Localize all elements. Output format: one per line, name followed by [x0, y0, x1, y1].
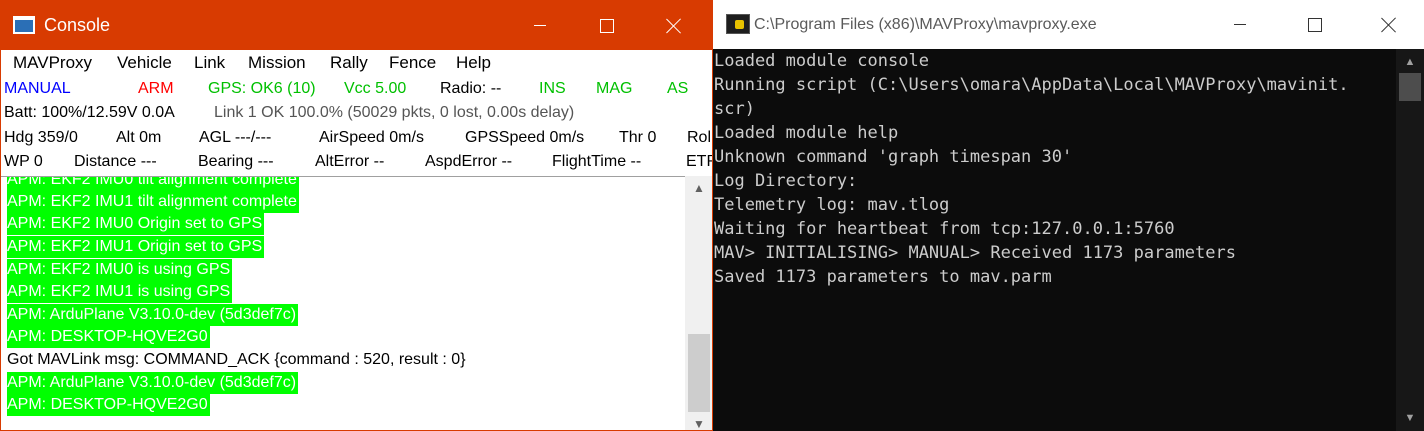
log-line: APM: EKF2 IMU1 tilt alignment complete	[7, 191, 299, 213]
mavproxy-maximize-button[interactable]	[1292, 0, 1338, 49]
close-icon	[1381, 17, 1397, 33]
console-app-icon	[13, 16, 35, 34]
mavproxy-close-button[interactable]	[1366, 0, 1412, 49]
status-row-battery: Batt: 100%/12.59V 0.0A Link 1 OK 100.0% …	[1, 102, 712, 126]
menu-link[interactable]: Link	[194, 53, 225, 73]
scroll-down-icon[interactable]: ▼	[1396, 407, 1424, 429]
menu-mission[interactable]: Mission	[248, 53, 306, 73]
console-program-icon	[726, 14, 750, 34]
log-line: APM: EKF2 IMU1 Origin set to GPS	[7, 236, 265, 258]
battery-status: Batt: 100%/12.59V 0.0A	[4, 104, 175, 121]
distance-value: Distance ---	[74, 153, 157, 170]
scroll-up-icon[interactable]: ▲	[685, 178, 712, 198]
mavproxy-minimize-button[interactable]	[1217, 0, 1263, 49]
terminal-line: Running script (C:\Users\omara\AppData\L…	[714, 75, 1349, 95]
console-window: Console MAVProxy Vehicle Link Mission Ra…	[0, 0, 713, 431]
mavproxy-window: C:\Program Files (x86)\MAVProxy\mavproxy…	[713, 0, 1424, 431]
menu-fence[interactable]: Fence	[389, 53, 436, 73]
terminal-line: scr)	[714, 99, 755, 119]
menu-mavproxy[interactable]: MAVProxy	[13, 53, 92, 73]
vcc-indicator: Vcc 5.00	[344, 80, 407, 97]
console-maximize-button[interactable]	[584, 1, 630, 50]
log-line: APM: EKF2 IMU0 is using GPS	[7, 259, 233, 281]
log-line: APM: ArduPlane V3.10.0-dev (5d3def7c)	[7, 372, 299, 394]
gps-indicator: GPS: OK6 (10)	[208, 80, 316, 97]
maximize-icon	[1308, 17, 1322, 32]
bearing-value: Bearing ---	[198, 153, 274, 170]
roll-value: Roll	[687, 129, 713, 146]
status-row-mode: MANUAL ARM GPS: OK6 (10) Vcc 5.00 Radio:…	[1, 78, 712, 102]
mode-indicator: MANUAL	[4, 80, 71, 97]
terminal-line: Saved 1173 parameters to mav.parm	[714, 267, 1052, 287]
log-line: APM: EKF2 IMU0 tilt alignment complete	[7, 177, 299, 191]
ins-indicator: INS	[539, 80, 566, 97]
altitude-value: Alt 0m	[116, 129, 162, 146]
alterror-value: AltError --	[315, 153, 385, 170]
agl-value: AGL ---/---	[199, 129, 272, 146]
status-row-navigation: WP 0 Distance --- Bearing --- AltError -…	[1, 151, 712, 175]
maximize-icon	[600, 18, 614, 33]
flighttime-value: FlightTime --	[552, 153, 642, 170]
terminal-line: Unknown command 'graph timespan 30'	[714, 147, 1073, 167]
log-line: APM: EKF2 IMU0 Origin set to GPS	[7, 213, 265, 235]
log-line: APM: ArduPlane V3.10.0-dev (5d3def7c)	[7, 304, 299, 326]
close-icon	[666, 18, 682, 34]
menu-rally[interactable]: Rally	[330, 53, 368, 73]
terminal-line: Loaded module help	[714, 123, 899, 143]
console-menubar: MAVProxy Vehicle Link Mission Rally Fenc…	[1, 50, 712, 77]
log-line: Got MAVLink msg: COMMAND_ACK {command : …	[7, 351, 466, 368]
heading-value: Hdg 359/0	[4, 129, 78, 146]
waypoint-value: WP 0	[4, 153, 43, 170]
status-row-flight: Hdg 359/0 Alt 0m AGL ---/--- AirSpeed 0m…	[1, 127, 712, 151]
minimize-icon	[1234, 24, 1246, 25]
terminal-scrollbar[interactable]: ▲ ▼	[1396, 49, 1424, 431]
console-close-button[interactable]	[651, 1, 697, 50]
airspeed-value: AirSpeed 0m/s	[319, 129, 424, 146]
terminal-line: Log Directory:	[714, 171, 858, 191]
terminal-line: Loaded module console	[714, 51, 929, 71]
menu-vehicle[interactable]: Vehicle	[117, 53, 172, 73]
as-indicator: AS	[667, 80, 689, 97]
log-line: APM: EKF2 IMU1 is using GPS	[7, 281, 233, 303]
scrollbar-thumb[interactable]	[1399, 73, 1421, 101]
menu-help[interactable]: Help	[456, 53, 491, 73]
scroll-down-icon[interactable]: ▼	[685, 414, 712, 430]
terminal-line: Waiting for heartbeat from tcp:127.0.0.1…	[714, 219, 1175, 239]
radio-indicator: Radio: --	[440, 80, 502, 97]
console-title: Console	[44, 15, 111, 35]
aspderror-value: AspdError --	[425, 153, 513, 170]
arm-indicator: ARM	[138, 80, 174, 97]
console-minimize-button[interactable]	[517, 1, 563, 50]
link-status: Link 1 OK 100.0% (50029 pkts, 0 lost, 0.…	[214, 104, 575, 121]
gpsspeed-value: GPSSpeed 0m/s	[465, 129, 585, 146]
scroll-up-icon[interactable]: ▲	[1396, 51, 1424, 73]
throttle-value: Thr 0	[619, 129, 657, 146]
mag-indicator: MAG	[596, 80, 633, 97]
terminal-line: MAV> INITIALISING> MANUAL> Received 1173…	[714, 243, 1236, 263]
minimize-icon	[534, 25, 546, 26]
terminal-line: Telemetry log: mav.tlog	[714, 195, 950, 215]
scrollbar-thumb[interactable]	[688, 334, 710, 412]
etr-value: ETR	[686, 153, 712, 170]
console-log[interactable]: APM: EKF2 IMU0 tilt alignment complete A…	[1, 176, 685, 430]
mavproxy-title: C:\Program Files (x86)\MAVProxy\mavproxy…	[754, 16, 1097, 33]
log-line: APM: DESKTOP-HQVE2G0	[7, 326, 210, 348]
console-scrollbar[interactable]: ▲ ▼	[685, 176, 712, 430]
mavproxy-titlebar[interactable]: C:\Program Files (x86)\MAVProxy\mavproxy…	[713, 0, 1424, 49]
terminal-output[interactable]: Loaded module console Running script (C:…	[713, 49, 1394, 431]
console-titlebar[interactable]: Console	[1, 1, 712, 50]
log-line: APM: DESKTOP-HQVE2G0	[7, 394, 210, 416]
